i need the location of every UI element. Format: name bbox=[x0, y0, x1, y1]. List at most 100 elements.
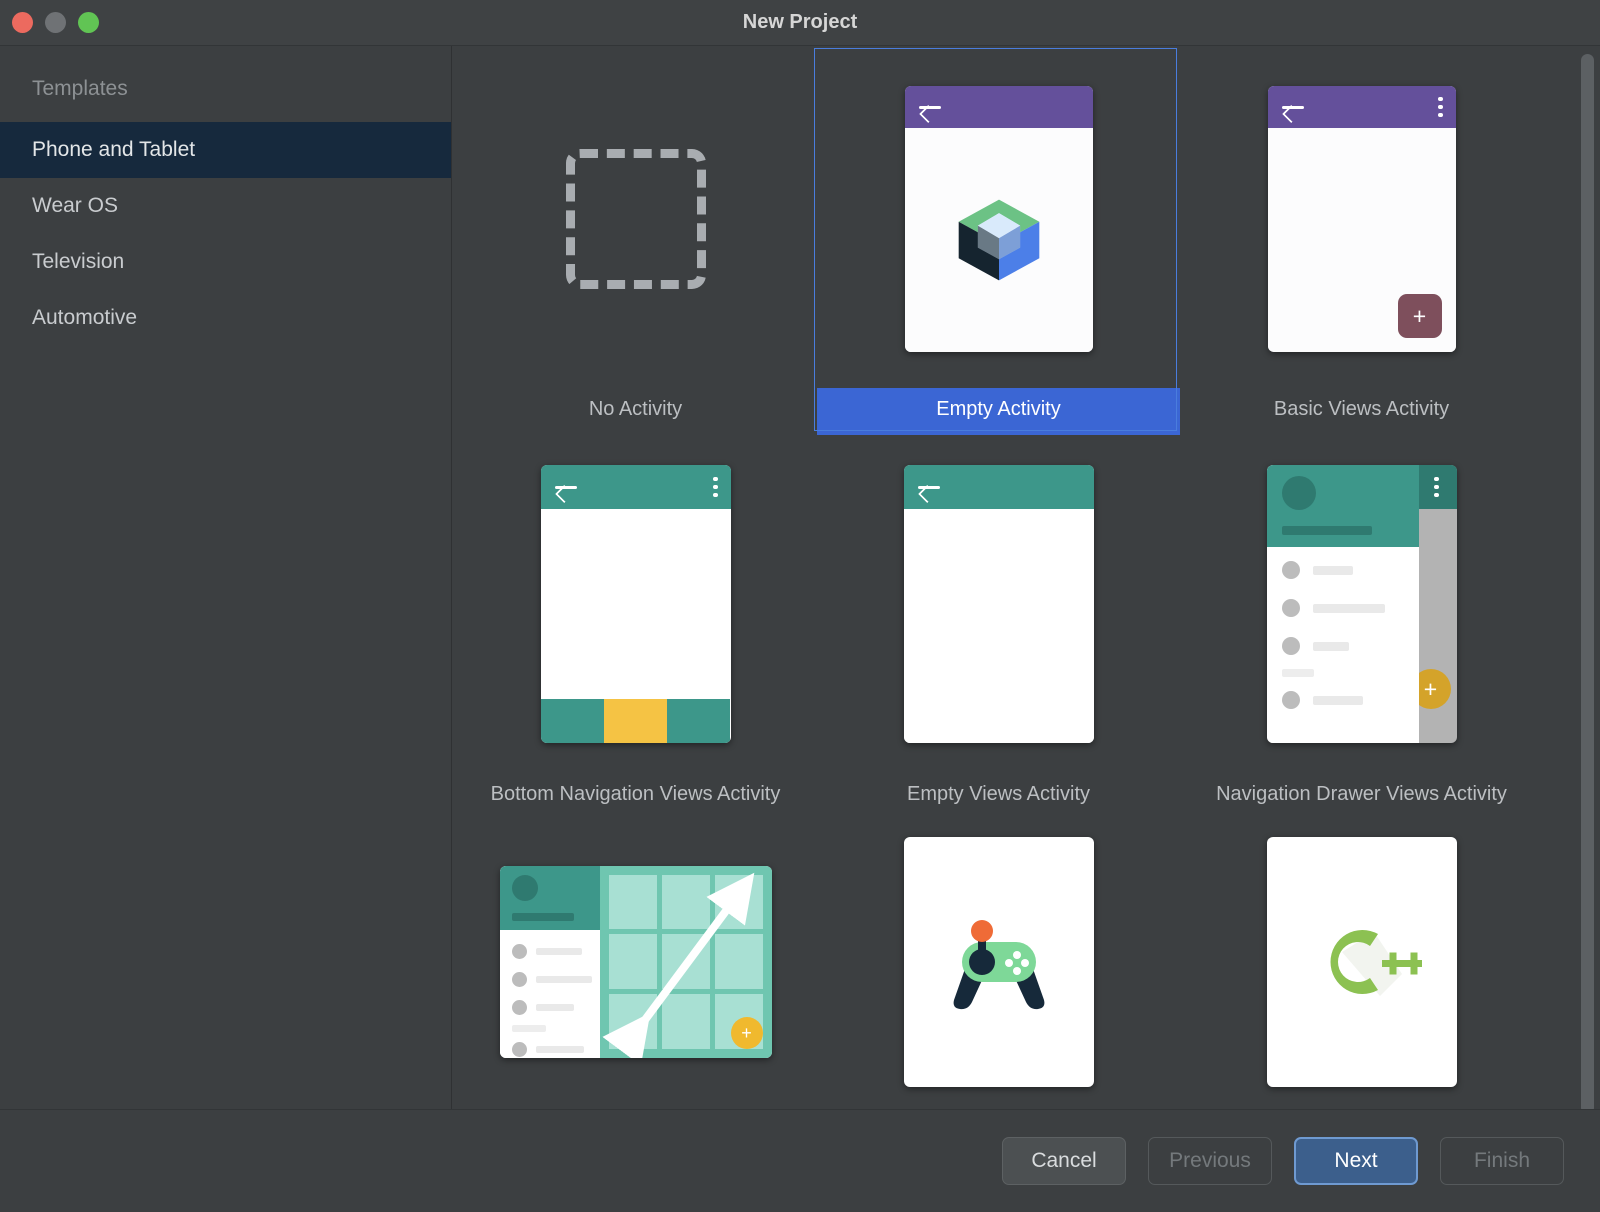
cpp-logo-icon bbox=[1330, 929, 1422, 996]
game-controller-icon bbox=[953, 919, 1044, 1009]
list-item-label bbox=[1312, 565, 1353, 575]
templates-sidebar: Templates Phone and Tablet Wear OS Telev… bbox=[0, 46, 452, 1109]
add-fab-icon: + bbox=[730, 1016, 763, 1049]
game-activity-mock bbox=[903, 836, 1094, 1087]
template-card-navigation-drawer-views-activity[interactable]: + Navigation Drawer Views Activity bbox=[1180, 435, 1543, 820]
sidebar-item-phone-and-tablet[interactable]: Phone and Tablet bbox=[0, 122, 451, 178]
template-art bbox=[1180, 820, 1543, 1103]
native-cpp-mock bbox=[1266, 836, 1457, 1087]
drawer-header-label bbox=[511, 912, 574, 921]
phone-content bbox=[904, 128, 1093, 352]
app-bar bbox=[1267, 86, 1456, 128]
bottom-nav-phone-mock bbox=[540, 465, 731, 743]
sidebar-item-wear-os[interactable]: Wear OS bbox=[0, 178, 451, 234]
overflow-menu-icon bbox=[713, 476, 718, 498]
template-art: + bbox=[1180, 50, 1543, 388]
compose-phone-mock bbox=[904, 86, 1093, 352]
overflow-menu-icon bbox=[1434, 476, 1439, 498]
sidebar-item-television[interactable]: Television bbox=[0, 234, 451, 290]
templates-grid: No Activity Empty Activity + Basic Views… bbox=[452, 46, 1600, 1109]
templates-scrollbar[interactable] bbox=[1581, 54, 1594, 1109]
list-item-icon bbox=[511, 1041, 527, 1057]
list-item-icon bbox=[511, 971, 527, 987]
sidebar-item-label: Phone and Tablet bbox=[32, 138, 196, 161]
overflow-menu-icon bbox=[1438, 96, 1443, 118]
list-item bbox=[1281, 599, 1419, 617]
jetpack-compose-icon bbox=[958, 199, 1039, 281]
template-art bbox=[817, 435, 1180, 773]
list-item-label bbox=[1312, 603, 1385, 613]
back-arrow-icon bbox=[554, 478, 578, 496]
avatar bbox=[1281, 476, 1316, 510]
template-label: No Activity bbox=[588, 398, 683, 420]
back-arrow-icon bbox=[1281, 98, 1305, 116]
bottom-nav-item-active bbox=[603, 699, 668, 743]
template-art bbox=[817, 50, 1180, 388]
app-bar-behind-drawer bbox=[1416, 465, 1457, 509]
list-item-icon bbox=[1281, 637, 1300, 655]
list-item-label bbox=[1312, 695, 1363, 705]
sidebar-item-label: Wear OS bbox=[32, 194, 118, 217]
scrollbar-thumb[interactable] bbox=[1581, 54, 1594, 1109]
bottom-nav-item bbox=[667, 699, 731, 743]
empty-views-phone-mock bbox=[903, 465, 1094, 743]
bottom-navigation-bar bbox=[540, 699, 731, 743]
sidebar-item-label: Television bbox=[32, 250, 125, 273]
traffic-lights bbox=[12, 12, 99, 33]
basic-views-phone-mock: + bbox=[1267, 86, 1456, 352]
templates-grid-pane: No Activity Empty Activity + Basic Views… bbox=[452, 46, 1600, 1109]
template-card-native-cpp[interactable]: Native C++ bbox=[1180, 820, 1543, 1109]
app-bar bbox=[904, 86, 1093, 128]
window-title: New Project bbox=[742, 11, 858, 33]
drawer-items bbox=[1267, 547, 1419, 709]
minimize-icon[interactable] bbox=[45, 12, 66, 33]
template-card-empty-activity[interactable]: Empty Activity bbox=[817, 50, 1180, 435]
sidebar-item-automotive[interactable]: Automotive bbox=[0, 290, 451, 346]
add-fab-icon: + bbox=[1397, 294, 1442, 338]
list-item-label bbox=[535, 1045, 584, 1053]
list-item-icon bbox=[1281, 561, 1300, 579]
template-art bbox=[817, 820, 1180, 1103]
drawer-header bbox=[1266, 465, 1419, 547]
list-item-icon bbox=[511, 943, 527, 959]
template-card-no-activity[interactable]: No Activity bbox=[454, 50, 817, 435]
list-item-label bbox=[535, 947, 582, 955]
template-card-basic-views-activity[interactable]: + Basic Views Activity bbox=[1180, 50, 1543, 435]
template-card-responsive-views-activity[interactable]: + Responsive Views Activity bbox=[454, 820, 817, 1109]
list-item-label bbox=[1312, 641, 1349, 651]
list-item-icon bbox=[511, 999, 527, 1015]
previous-button: Previous bbox=[1148, 1137, 1272, 1185]
dialog-footer: Cancel Previous Next Finish bbox=[0, 1109, 1600, 1212]
window-titlebar: New Project bbox=[0, 0, 1600, 46]
app-bar bbox=[903, 465, 1094, 509]
avatar bbox=[511, 874, 538, 901]
template-label: Basic Views Activity bbox=[1273, 398, 1450, 420]
list-item-label bbox=[535, 1003, 574, 1011]
template-label: Empty Views Activity bbox=[906, 783, 1091, 805]
drawer-divider bbox=[1281, 669, 1314, 677]
template-art: + bbox=[1180, 435, 1543, 773]
close-icon[interactable] bbox=[12, 12, 33, 33]
drawer-header-label bbox=[1281, 526, 1372, 535]
list-item bbox=[1281, 637, 1419, 655]
template-card-empty-views-activity[interactable]: Empty Views Activity bbox=[817, 435, 1180, 820]
maximize-icon[interactable] bbox=[78, 12, 99, 33]
next-button[interactable]: Next bbox=[1294, 1137, 1418, 1185]
back-arrow-icon bbox=[917, 478, 941, 496]
sidebar-header-templates: Templates bbox=[32, 77, 128, 100]
app-bar bbox=[540, 465, 731, 509]
template-label: Bottom Navigation Views Activity bbox=[490, 783, 781, 805]
list-item bbox=[511, 971, 600, 987]
cancel-button[interactable]: Cancel bbox=[1002, 1137, 1126, 1185]
responsive-grid: + bbox=[599, 865, 772, 1058]
list-item bbox=[1281, 691, 1419, 709]
list-item bbox=[511, 999, 600, 1015]
template-card-bottom-navigation-views-activity[interactable]: Bottom Navigation Views Activity bbox=[454, 435, 817, 820]
template-label: Empty Activity bbox=[817, 388, 1180, 435]
responsive-views-tablet-mock: + bbox=[499, 865, 772, 1058]
template-art bbox=[454, 50, 817, 388]
template-card-game-activity[interactable]: Game Activity (C++) bbox=[817, 820, 1180, 1109]
nav-drawer-phone-mock: + bbox=[1266, 465, 1457, 743]
drawer-header bbox=[499, 865, 600, 930]
list-item bbox=[1281, 561, 1419, 579]
